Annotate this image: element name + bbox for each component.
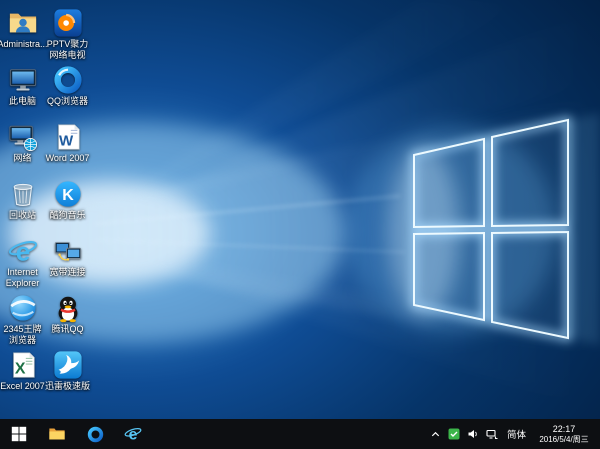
- qq-browser-taskbar-button[interactable]: [76, 419, 114, 449]
- icon-label: 回收站: [9, 210, 36, 221]
- network-tray-icon: [486, 428, 498, 440]
- desktop-icon-pptv[interactable]: PPTV聚力 网络电视: [45, 8, 90, 65]
- 2345-browser-icon: [8, 293, 38, 323]
- desktop-icon-broadband[interactable]: 宽带连接: [45, 236, 90, 293]
- tray-time: 22:17: [533, 424, 595, 435]
- desktop-icon-administrator[interactable]: Administra...: [0, 8, 45, 65]
- desktop-icon-excel-2007[interactable]: X Excel 2007: [0, 350, 45, 407]
- wallpaper: [0, 0, 600, 419]
- tray-app-button[interactable]: [447, 422, 462, 446]
- broadband-connection-icon: [53, 236, 83, 266]
- desktop: Administra... 此电脑: [0, 0, 600, 449]
- desktop-icon-this-pc[interactable]: 此电脑: [0, 65, 45, 122]
- desktop-icon-kugou-music[interactable]: K 酷狗音乐: [45, 179, 90, 236]
- icon-label: Excel 2007: [0, 381, 45, 392]
- svg-text:K: K: [62, 187, 74, 204]
- system-tray: 简体 22:17 2016/5/4/周三: [428, 419, 600, 449]
- desktop-icon-internet-explorer[interactable]: e Internet Explorer: [0, 236, 45, 293]
- desktop-icon-word-2007[interactable]: W Word 2007: [45, 122, 90, 179]
- icon-label: 2345王牌浏览器: [0, 324, 45, 345]
- desktop-icon-qq-browser[interactable]: QQ浏览器: [45, 65, 90, 122]
- word-2007-icon: W: [53, 122, 83, 152]
- volume-button[interactable]: [466, 422, 481, 446]
- ime-language-indicator[interactable]: 简体: [504, 427, 529, 441]
- security-check-icon: [448, 428, 460, 440]
- tray-clock[interactable]: 22:17 2016/5/4/周三: [533, 424, 595, 445]
- desktop-icon-thunder[interactable]: 迅雷极速版: [45, 350, 90, 407]
- windows-logo-icon: [11, 426, 27, 442]
- icon-label: 腾讯QQ: [51, 324, 83, 335]
- icon-label: 迅雷极速版: [45, 381, 90, 392]
- icon-label: 此电脑: [9, 96, 36, 107]
- qq-browser-icon: [53, 65, 83, 95]
- icon-label: Word 2007: [46, 153, 90, 164]
- tray-date: 2016/5/4/周三: [533, 435, 595, 445]
- internet-explorer-taskbar-icon: e: [124, 425, 142, 443]
- network-icon: [8, 122, 38, 152]
- icon-label: 网络: [13, 153, 31, 164]
- ie-taskbar-button[interactable]: e: [114, 419, 152, 449]
- tray-expand-button[interactable]: [428, 422, 443, 446]
- recycle-bin-icon: [8, 179, 38, 209]
- icon-label: PPTV聚力 网络电视: [45, 39, 90, 60]
- svg-text:X: X: [14, 360, 25, 377]
- excel-2007-icon: X: [8, 350, 38, 380]
- icon-label: 宽带连接: [49, 267, 85, 278]
- icon-label: Internet Explorer: [0, 267, 45, 288]
- volume-icon: [467, 428, 479, 440]
- desktop-icon-network[interactable]: 网络: [0, 122, 45, 179]
- start-button[interactable]: [0, 419, 38, 449]
- thunder-icon: [53, 350, 83, 380]
- icon-label: QQ浏览器: [47, 96, 88, 107]
- desktop-icon-tencent-qq[interactable]: 腾讯QQ: [45, 293, 90, 350]
- tencent-qq-icon: [53, 293, 83, 323]
- svg-text:W: W: [59, 132, 74, 149]
- this-pc-icon: [8, 65, 38, 95]
- kugou-music-icon: K: [53, 179, 83, 209]
- desktop-icon-recycle-bin[interactable]: 回收站: [0, 179, 45, 236]
- taskbar: e: [0, 419, 600, 449]
- network-tray-button[interactable]: [485, 422, 500, 446]
- file-explorer-icon: [48, 426, 66, 442]
- chevron-up-icon: [430, 429, 441, 440]
- qq-browser-taskbar-icon: [87, 426, 104, 443]
- user-files-icon: [8, 8, 38, 38]
- internet-explorer-icon: e: [8, 236, 38, 266]
- icon-label: Administra...: [0, 39, 48, 50]
- desktop-icon-2345-browser[interactable]: 2345王牌浏览器: [0, 293, 45, 350]
- pptv-icon: [53, 8, 83, 38]
- desktop-icon-grid: Administra... 此电脑: [0, 8, 90, 407]
- icon-label: 酷狗音乐: [49, 210, 85, 221]
- file-explorer-button[interactable]: [38, 419, 76, 449]
